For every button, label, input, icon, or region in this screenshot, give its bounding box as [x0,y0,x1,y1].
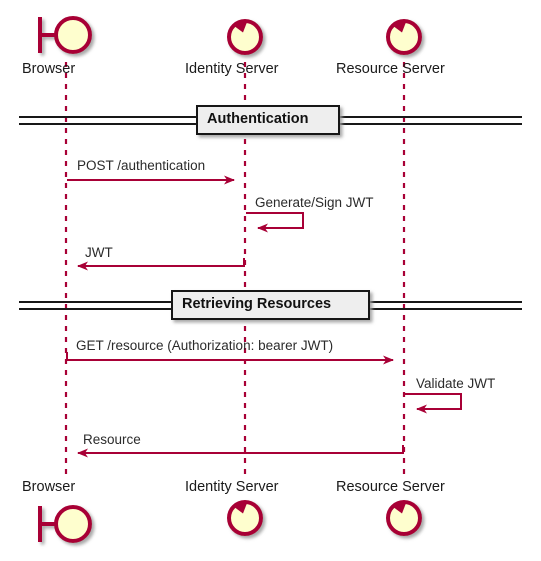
participant-label-identity-server-top: Identity Server [185,61,279,77]
participant-label-browser-bottom: Browser [22,479,76,495]
sequence-diagram-canvas: Browser Identity Server Resource Server … [0,0,541,561]
message-arrow-generate-sign-jwt [246,212,304,233]
message-label-generate-sign-jwt: Generate/Sign JWT [255,195,374,210]
message-arrow-get-resource [66,352,394,365]
divider-label-retrieving-resources: Retrieving Resources [182,296,332,312]
message-label-post-authentication: POST /authentication [77,158,206,173]
diagram-graphics [19,16,522,543]
participant-label-identity-server-bottom: Identity Server [185,479,279,495]
participant-label-resource-server-top: Resource Server [336,61,445,77]
message-arrow-validate-jwt [405,393,462,414]
participant-label-browser-top: Browser [22,61,76,77]
participant-label-resource-server-bottom: Resource Server [336,479,445,495]
message-label-get-resource: GET /resource (Authorization: bearer JWT… [76,338,334,353]
divider-label-authentication: Authentication [207,111,309,127]
participant-icon-resource-server-top [386,19,422,55]
participant-icon-resource-server-bottom [386,500,422,536]
participant-icon-identity-server-top [227,19,263,55]
message-label-validate-jwt: Validate JWT [416,376,496,391]
participant-icon-browser-bottom [38,505,92,543]
participant-icon-identity-server-bottom [227,500,263,536]
message-label-jwt: JWT [85,245,113,260]
participant-icon-browser-top [38,16,92,54]
message-label-resource: Resource [83,432,141,447]
